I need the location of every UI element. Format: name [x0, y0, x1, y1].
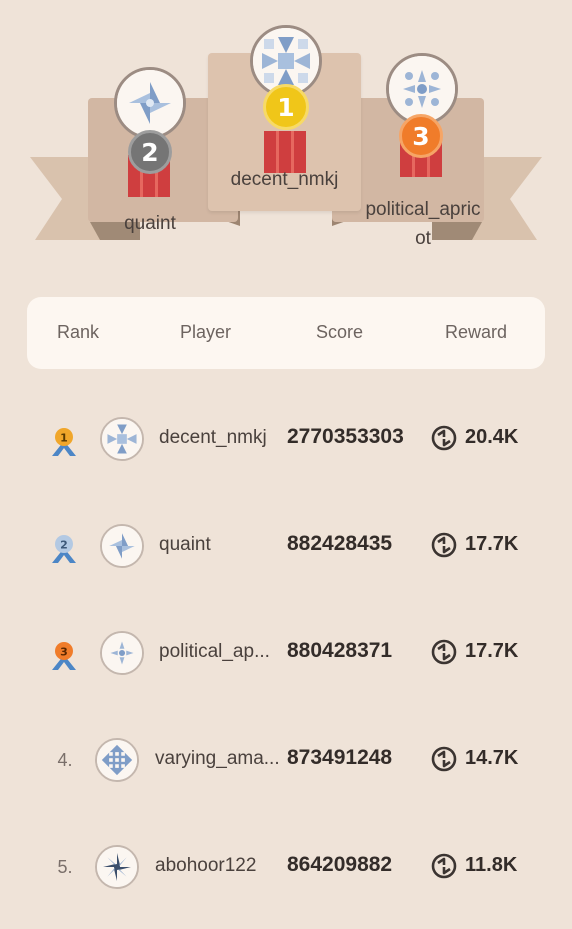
pinwheel-avatar-icon	[114, 67, 186, 139]
rank-badge-number: 1	[60, 432, 68, 445]
player-score: 873491248	[287, 746, 393, 769]
player-score: 2770353303	[287, 425, 404, 448]
player-name: abohoor122	[155, 855, 257, 876]
player-score: 882428435	[287, 532, 393, 555]
player-name: varying_ama...	[155, 748, 280, 769]
player-name: quaint	[159, 534, 211, 555]
podium-name-third: political_apric ot	[350, 195, 496, 253]
header-reward: Reward	[445, 322, 508, 342]
pinwheel-dark-avatar-icon	[95, 845, 139, 889]
player-score: 880428371	[287, 639, 393, 662]
player-name: decent_nmkj	[159, 427, 267, 448]
player-reward: 11.8K	[465, 854, 518, 876]
quilt-avatar-icon	[100, 417, 144, 461]
leaderboard-row[interactable]: 2 quaint 882428435 17.7K	[0, 516, 572, 576]
snowflake-avatar-icon	[100, 631, 144, 675]
diamond-grid-avatar-icon	[95, 738, 139, 782]
rank-badge-number: 3	[60, 646, 68, 659]
player-reward: 20.4K	[465, 426, 519, 448]
rank-number: 5.	[57, 857, 73, 877]
reward-coin-icon	[431, 746, 457, 772]
podium: 2 1 3 quaint decent_nmkj political_apric…	[0, 0, 572, 270]
player-reward: 17.7K	[465, 533, 519, 555]
leaderboard-row[interactable]: 5. abohoor122 864209882 11.8K	[0, 837, 572, 897]
player-score: 864209882	[287, 853, 393, 876]
podium-name-first: decent_nmkj	[230, 169, 339, 190]
header-score: Score	[316, 322, 364, 342]
reward-coin-icon	[431, 639, 457, 665]
rank-badge-number: 2	[60, 539, 68, 552]
podium-name-third-line1: political_apric	[365, 199, 481, 220]
header-rank: Rank	[57, 322, 100, 342]
rank-1-coin: 1	[263, 84, 309, 130]
leaderboard-header: Rank Player Score Reward	[27, 297, 545, 369]
header-player: Player	[180, 322, 232, 342]
player-name: political_ap...	[159, 641, 270, 662]
reward-coin-icon	[431, 425, 457, 451]
reward-coin-icon	[431, 532, 457, 558]
rank-3-coin: 3	[399, 114, 443, 158]
rank-number: 4.	[57, 750, 73, 770]
leaderboard-row[interactable]: 3 political_ap... 880428371 17.7K	[0, 623, 572, 683]
leaderboard-row[interactable]: 1 decent_nmkj 2770353303 20.4K	[0, 409, 572, 469]
bronze-medal-icon: 3	[52, 642, 76, 670]
rank-2-coin: 2	[128, 130, 172, 174]
silver-medal-icon: 2	[52, 535, 76, 563]
podium-name-second: quaint	[124, 213, 176, 234]
reward-coin-icon	[431, 853, 457, 879]
player-reward: 17.7K	[465, 640, 519, 662]
gold-medal-icon: 1	[52, 428, 76, 456]
podium-name-third-line2: ot	[415, 228, 431, 249]
player-reward: 14.7K	[465, 747, 519, 769]
leaderboard-row[interactable]: 4. varying_ama... 873491248 14.7K	[0, 730, 572, 790]
pinwheel-avatar-icon	[100, 524, 144, 568]
